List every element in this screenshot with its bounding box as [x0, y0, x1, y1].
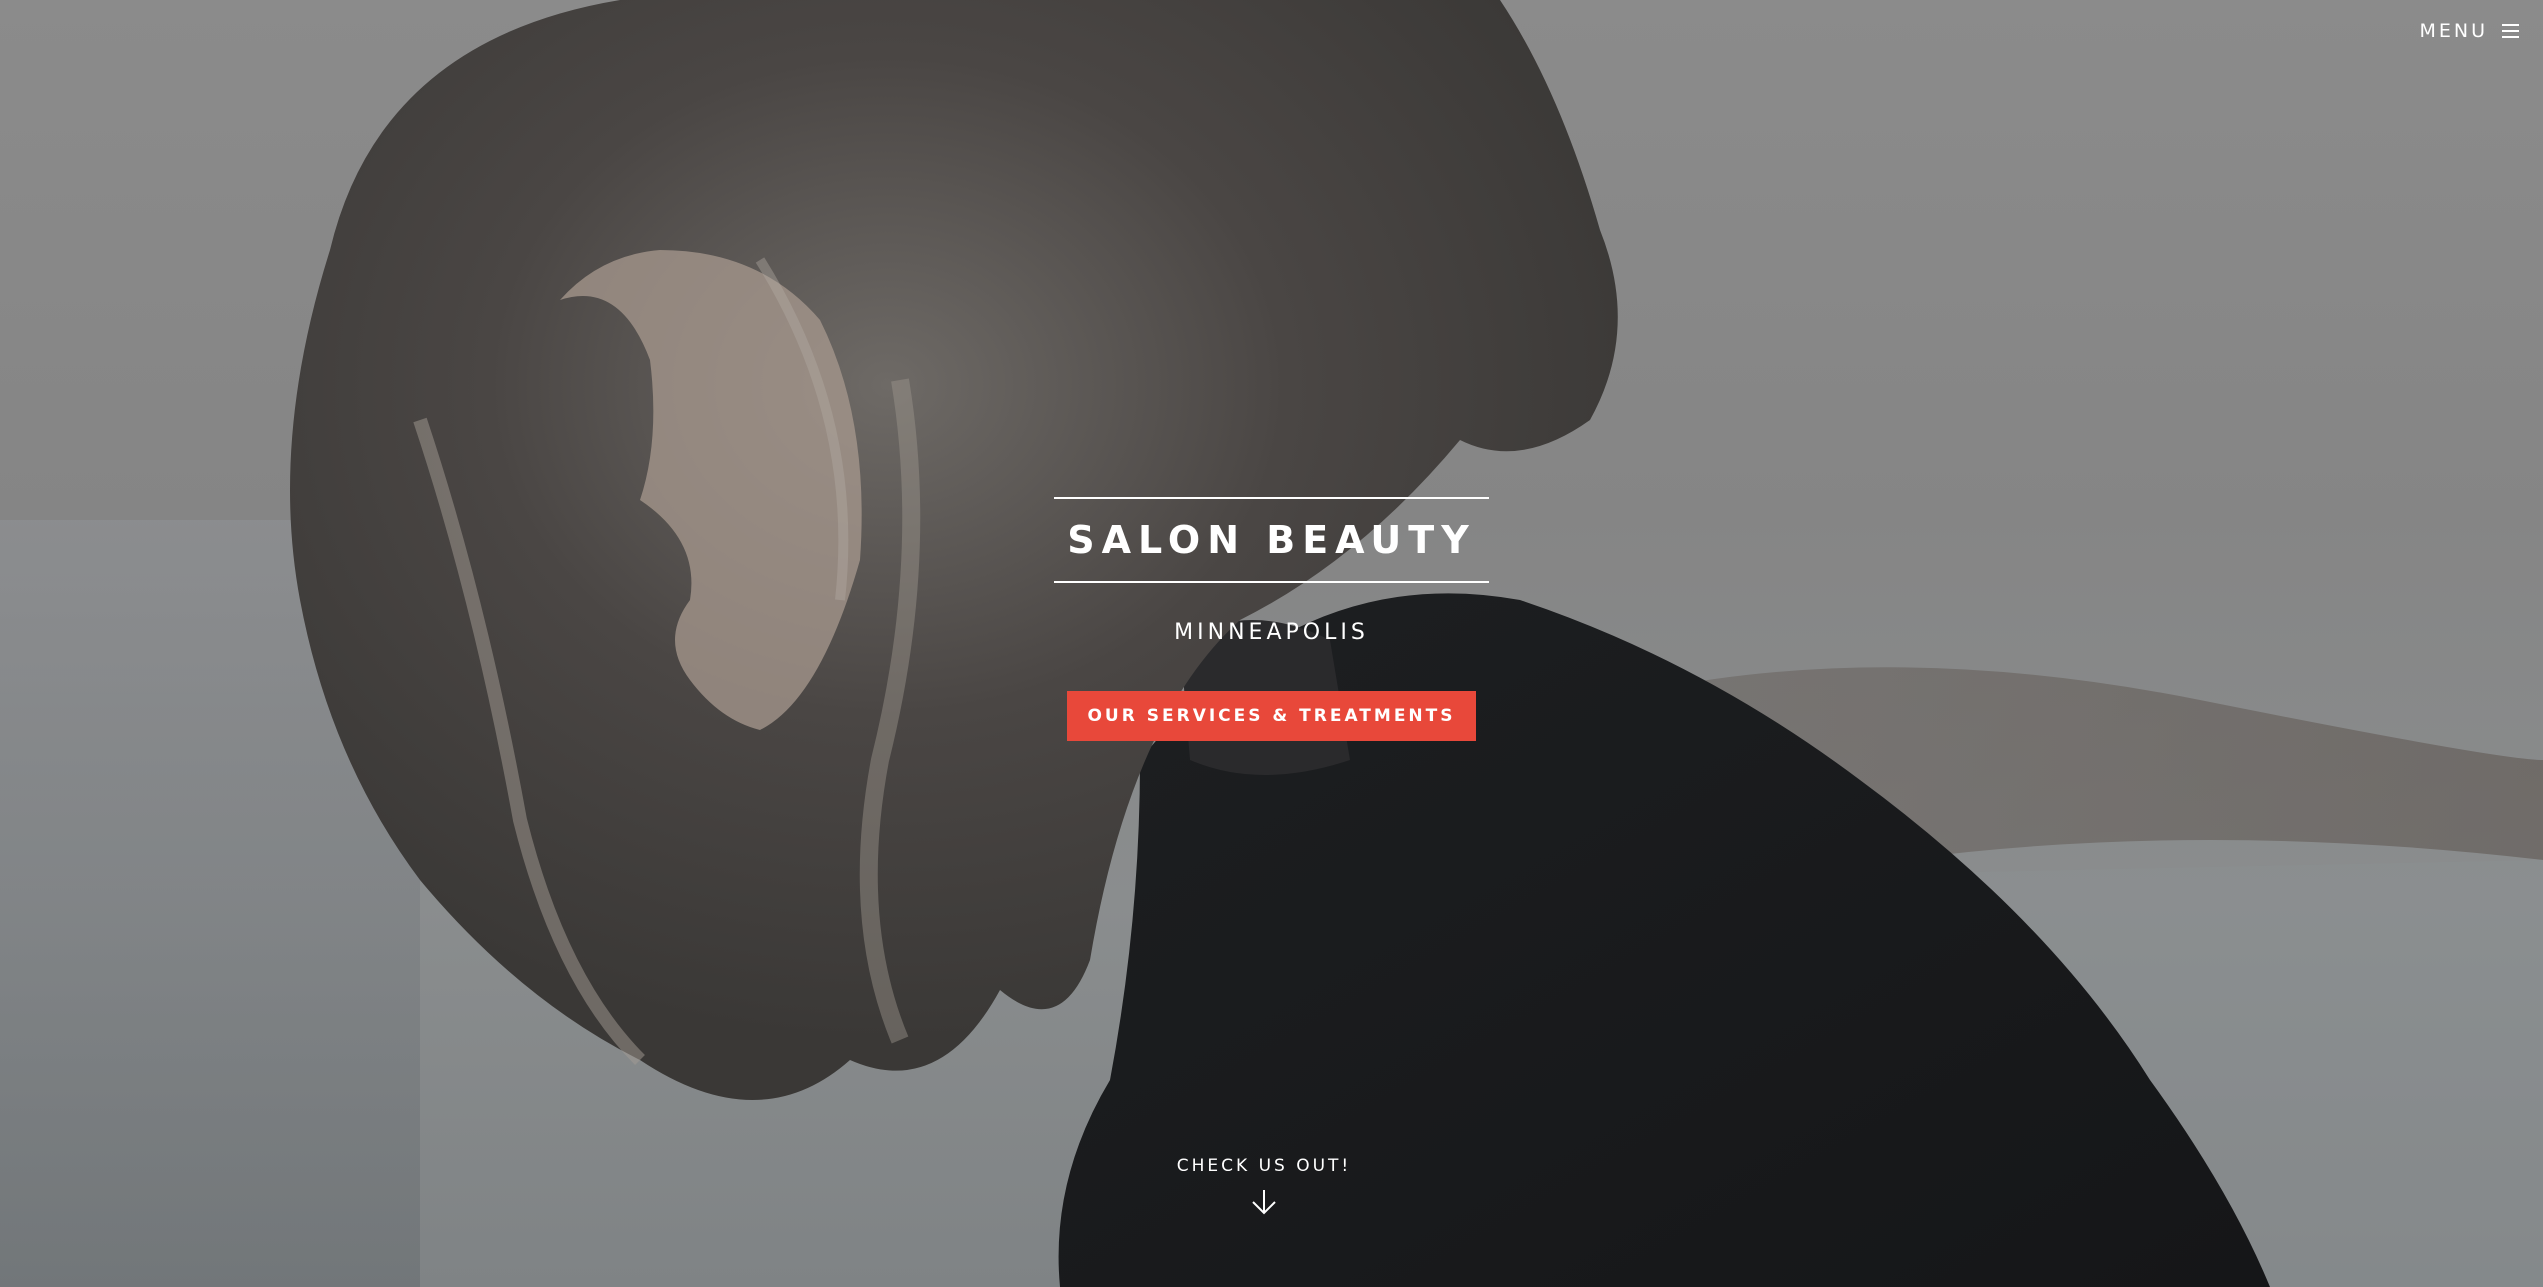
scroll-label: CHECK US OUT! [1176, 1156, 1352, 1176]
hero-section: MENU SALON BEAUTY MINNEAPOLIS OUR SERVIC… [0, 0, 2543, 1287]
services-button[interactable]: OUR SERVICES & TREATMENTS [1067, 691, 1476, 741]
hamburger-icon [2502, 24, 2519, 38]
site-title-block: SALON BEAUTY [1054, 497, 1489, 583]
menu-button[interactable]: MENU [2419, 20, 2519, 42]
scroll-down-link[interactable]: CHECK US OUT! [1064, 1156, 1464, 1216]
location-label: MINNEAPOLIS [1174, 620, 1369, 645]
arrow-down-icon [1252, 1190, 1276, 1215]
menu-label: MENU [2419, 20, 2488, 42]
site-title: SALON BEAUTY [1067, 518, 1476, 562]
